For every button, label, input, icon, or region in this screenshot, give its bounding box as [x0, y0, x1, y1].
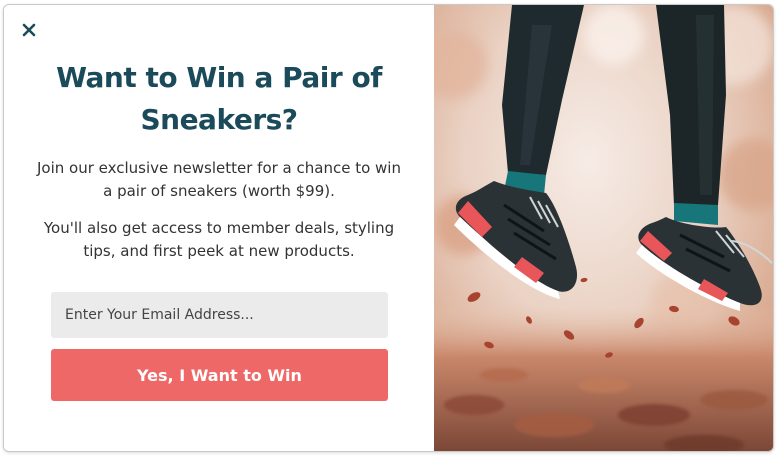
- submit-button[interactable]: Yes, I Want to Win: [51, 349, 388, 401]
- popup-benefits: You'll also get access to member deals, …: [43, 219, 395, 260]
- popup-title: Want to Win a Pair of Sneakers?: [56, 61, 382, 136]
- sneakers-photo: [434, 5, 773, 451]
- email-input[interactable]: [51, 292, 388, 338]
- popup-description: Join our exclusive newsletter for a chan…: [37, 159, 401, 200]
- popup-content: Want to Win a Pair of Sneakers? Join our…: [4, 5, 434, 451]
- newsletter-popup: Want to Win a Pair of Sneakers? Join our…: [3, 4, 774, 452]
- close-icon[interactable]: [18, 19, 40, 41]
